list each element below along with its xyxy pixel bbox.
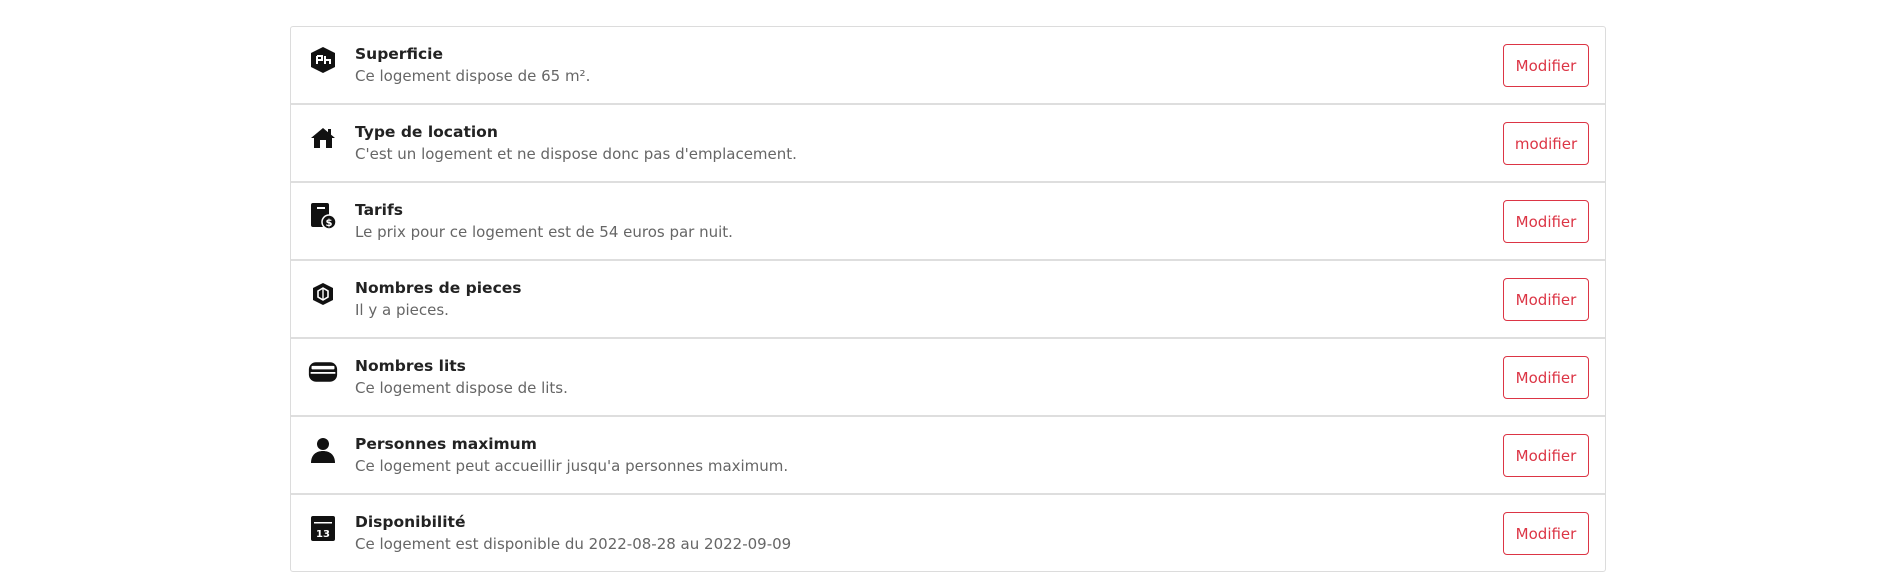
floor-plan-icon	[308, 45, 338, 75]
calendar-icon-day: 13	[316, 529, 330, 540]
modify-type-location-button[interactable]: modifier	[1503, 122, 1589, 165]
item-title: Disponibilité	[355, 513, 466, 531]
list-item-lits: Nombres lits Ce logement dispose de lits…	[291, 339, 1605, 417]
calendar-icon: 13	[308, 513, 338, 543]
modify-tarifs-button[interactable]: Modifier	[1503, 200, 1589, 243]
property-settings-list: Superficie Ce logement dispose de 65 m².…	[290, 26, 1606, 572]
item-title: Superficie	[355, 45, 443, 63]
list-item-superficie: Superficie Ce logement dispose de 65 m².…	[291, 27, 1605, 105]
item-text: Personnes maximum Ce logement peut accue…	[355, 434, 788, 476]
item-title: Nombres lits	[355, 357, 466, 375]
item-text: Superficie Ce logement dispose de 65 m².	[355, 44, 590, 86]
item-description: Le prix pour ce logement est de 54 euros…	[355, 223, 733, 241]
list-item-personnes: Personnes maximum Ce logement peut accue…	[291, 417, 1605, 495]
rooms-cube-icon	[308, 279, 338, 309]
svg-text:$: $	[326, 218, 333, 229]
modify-pieces-button[interactable]: Modifier	[1503, 278, 1589, 321]
item-title: Personnes maximum	[355, 435, 537, 453]
house-icon	[308, 123, 338, 153]
item-description: Ce logement est disponible du 2022-08-28…	[355, 535, 792, 553]
item-text: Tarifs Le prix pour ce logement est de 5…	[355, 200, 733, 242]
item-text: Nombres lits Ce logement dispose de lits…	[355, 356, 568, 398]
price-tag-icon: $	[308, 201, 338, 231]
item-text: Type de location C'est un logement et ne…	[355, 122, 797, 164]
item-text: Disponibilité Ce logement est disponible…	[355, 512, 791, 554]
item-title: Tarifs	[355, 201, 403, 219]
bed-icon	[308, 357, 338, 387]
modify-lits-button[interactable]: Modifier	[1503, 356, 1589, 399]
list-item-tarifs: $ Tarifs Le prix pour ce logement est de…	[291, 183, 1605, 261]
item-description: Ce logement dispose de 65 m².	[355, 67, 591, 85]
item-title: Type de location	[355, 123, 498, 141]
list-item-disponibilite: 13 Disponibilité Ce logement est disponi…	[291, 495, 1605, 571]
person-icon	[308, 435, 338, 465]
list-item-type-location: Type de location C'est un logement et ne…	[291, 105, 1605, 183]
item-text: Nombres de pieces Il y a pieces.	[355, 278, 522, 320]
item-description: C'est un logement et ne dispose donc pas…	[355, 145, 797, 163]
item-description: Ce logement dispose de lits.	[355, 379, 568, 397]
list-item-pieces: Nombres de pieces Il y a pieces. Modifie…	[291, 261, 1605, 339]
item-description: Il y a pieces.	[355, 301, 449, 319]
item-description: Ce logement peut accueillir jusqu'a pers…	[355, 457, 789, 475]
item-title: Nombres de pieces	[355, 279, 522, 297]
modify-disponibilite-button[interactable]: Modifier	[1503, 512, 1589, 555]
modify-superficie-button[interactable]: Modifier	[1503, 44, 1589, 87]
modify-personnes-button[interactable]: Modifier	[1503, 434, 1589, 477]
